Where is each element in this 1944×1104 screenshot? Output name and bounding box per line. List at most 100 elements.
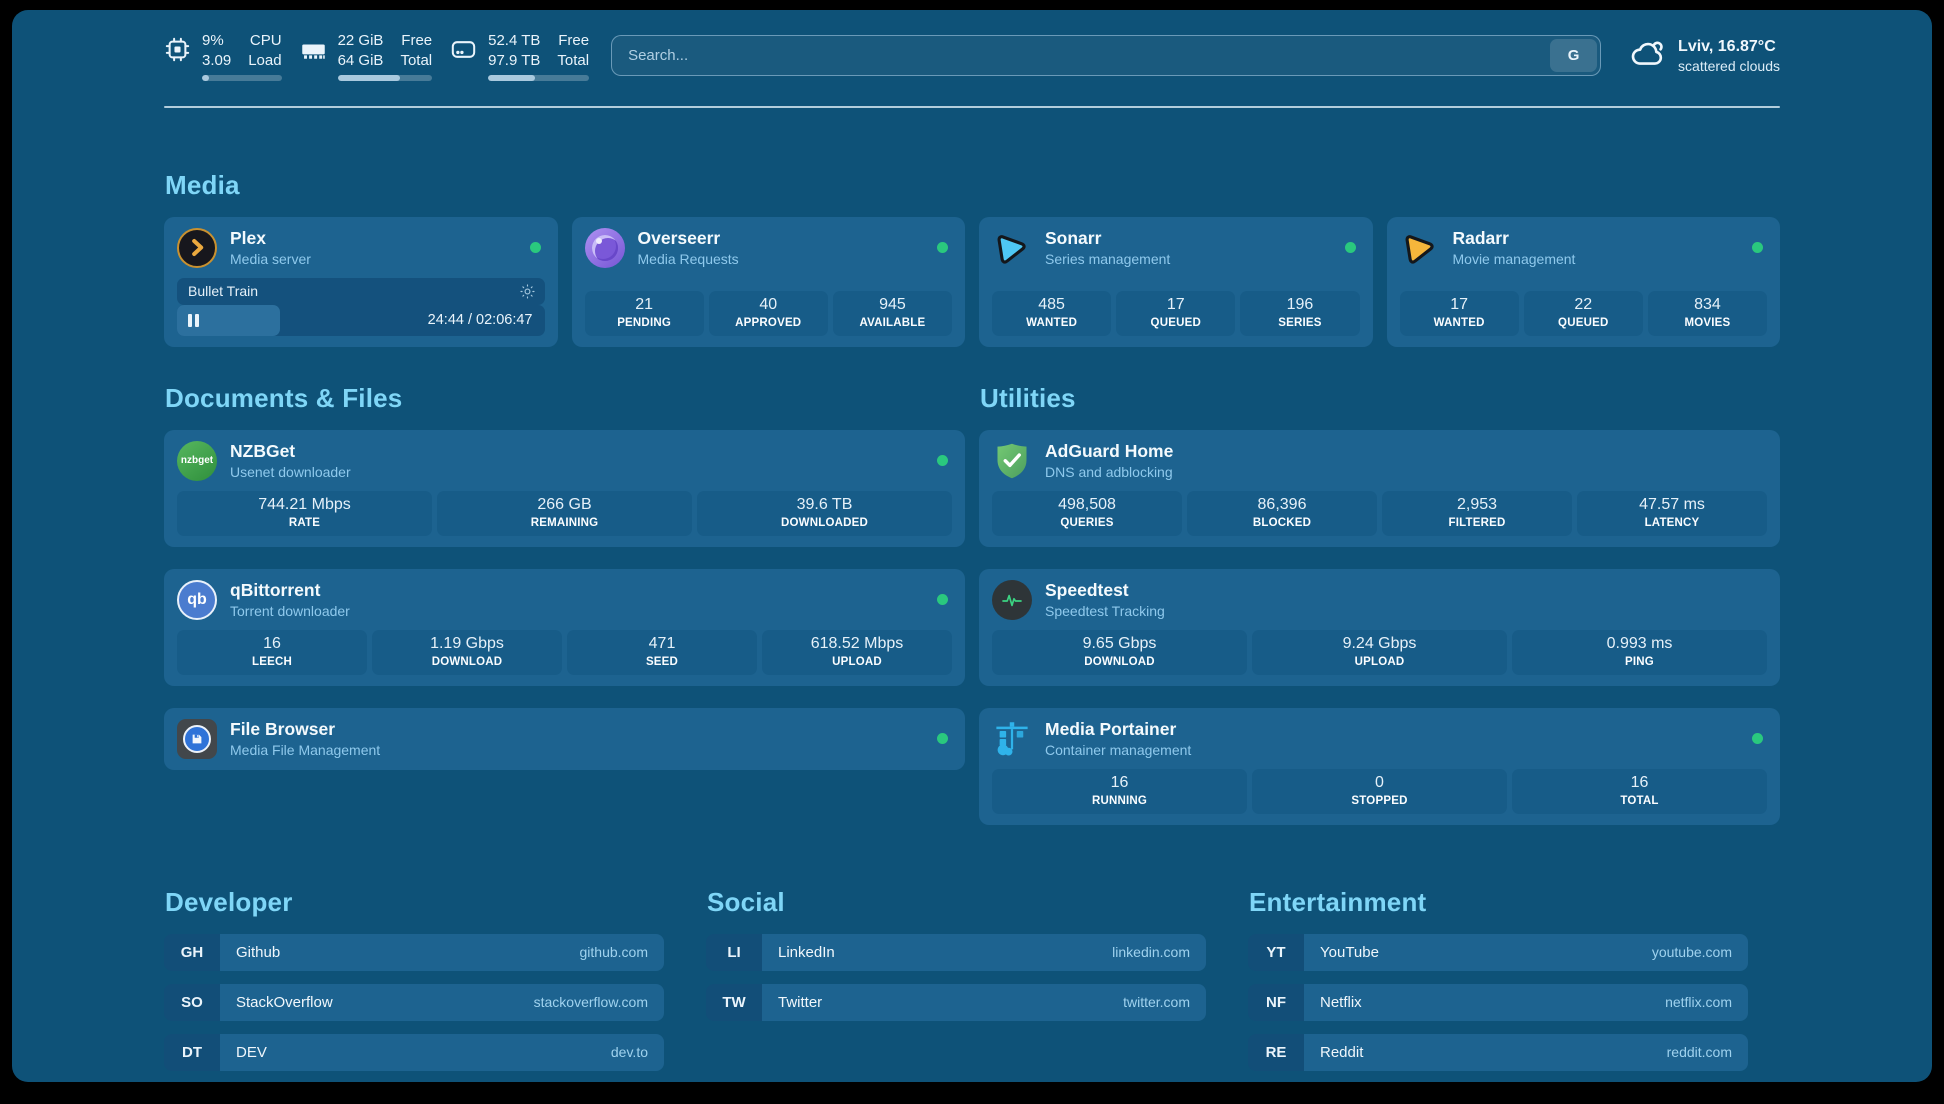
stat-label: PENDING bbox=[591, 317, 698, 329]
stat-value: 1.19 Gbps bbox=[378, 635, 556, 653]
service-description: Series management bbox=[1045, 251, 1170, 267]
stat-pending: 21 PENDING bbox=[585, 291, 704, 336]
service-name: Media Portainer bbox=[1045, 719, 1191, 740]
weather-condition: scattered clouds bbox=[1678, 58, 1780, 74]
service-description: Media File Management bbox=[230, 742, 380, 758]
service-card-overseerr[interactable]: OverseerrMedia Requests21PENDING40APPROV… bbox=[572, 217, 966, 347]
bookmark-twitter[interactable]: TWTwittertwitter.com bbox=[706, 984, 1206, 1021]
service-card-adguard-home[interactable]: AdGuard HomeDNS and adblocking498,508QUE… bbox=[979, 430, 1780, 547]
stat-running: 16RUNNING bbox=[992, 769, 1247, 814]
stat-seed: 471SEED bbox=[567, 630, 757, 675]
stat-label: SEED bbox=[573, 656, 751, 668]
stat-value: 47.57 ms bbox=[1583, 496, 1761, 514]
bookmark-domain: reddit.com bbox=[1667, 1044, 1732, 1060]
stat-upload: 9.24 GbpsUPLOAD bbox=[1252, 630, 1507, 675]
search-provider-button[interactable]: G bbox=[1550, 39, 1597, 72]
stat-movies: 834 MOVIES bbox=[1648, 291, 1767, 336]
ram-icon bbox=[300, 36, 327, 63]
service-card-qbittorrent[interactable]: qbqBittorrentTorrent downloader16LEECH1.… bbox=[164, 569, 965, 686]
resource-widgets: 9%3.09CPULoad22 GiB64 GiBFreeTotal52.4 T… bbox=[164, 31, 589, 81]
bookmark-stackoverflow[interactable]: SOStackOverflowstackoverflow.com bbox=[164, 984, 664, 1021]
bookmark-linkedin[interactable]: LILinkedInlinkedin.com bbox=[706, 934, 1206, 971]
bookmark-name: Reddit bbox=[1320, 1044, 1363, 1061]
status-dot-online bbox=[937, 594, 948, 605]
bookmark-group-entertainment: Entertainment YTYouTubeyoutube.comNFNetf… bbox=[1248, 887, 1748, 1071]
cpu-usage-bar bbox=[202, 75, 282, 81]
dashboard-content: 9%3.09CPULoad22 GiB64 GiBFreeTotal52.4 T… bbox=[164, 31, 1780, 1082]
bookmark-group-developer: Developer GHGithubgithub.comSOStackOverf… bbox=[164, 887, 664, 1071]
dashboard-screen: 9%3.09CPULoad22 GiB64 GiBFreeTotal52.4 T… bbox=[12, 10, 1932, 1082]
stat-label: BLOCKED bbox=[1193, 517, 1371, 529]
stat-value: 16 bbox=[183, 635, 361, 653]
bookmark-domain: github.com bbox=[580, 944, 648, 960]
social-bookmarks: LILinkedInlinkedin.com TWTwittertwitter.c… bbox=[706, 934, 1206, 1021]
stat-value: 40 bbox=[715, 296, 822, 314]
ram-values: 22 GiB64 GiB bbox=[338, 31, 384, 71]
now-playing-title: Bullet Train bbox=[188, 283, 258, 299]
search-input[interactable] bbox=[615, 47, 1550, 64]
utilities-cards: AdGuard HomeDNS and adblocking498,508QUE… bbox=[979, 430, 1780, 825]
bookmark-netflix[interactable]: NFNetflixnetflix.com bbox=[1248, 984, 1748, 1021]
stat-download: 1.19 GbpsDOWNLOAD bbox=[372, 630, 562, 675]
bookmark-abbr: RE bbox=[1248, 1034, 1304, 1071]
stat-label: PING bbox=[1518, 656, 1761, 668]
service-card-sonarr[interactable]: SonarrSeries management485WANTED17QUEUED… bbox=[979, 217, 1373, 347]
service-description: DNS and adblocking bbox=[1045, 464, 1173, 480]
stat-value: 834 bbox=[1654, 296, 1761, 314]
stat-latency: 47.57 msLATENCY bbox=[1577, 491, 1767, 536]
top-bar: 9%3.09CPULoad22 GiB64 GiBFreeTotal52.4 T… bbox=[164, 31, 1780, 81]
service-name: Plex bbox=[230, 228, 311, 249]
stat-value: 21 bbox=[591, 296, 698, 314]
stat-label: WANTED bbox=[1406, 317, 1513, 329]
status-dot-online bbox=[937, 455, 948, 466]
stat-value: 945 bbox=[839, 296, 946, 314]
service-name: NZBGet bbox=[230, 441, 351, 462]
resource-widget-disk: 52.4 TB97.9 TBFreeTotal bbox=[450, 31, 589, 81]
bookmark-reddit[interactable]: RE Reddit reddit.com bbox=[1248, 1034, 1748, 1071]
stat-label: DOWNLOAD bbox=[998, 656, 1241, 668]
stat-label: RATE bbox=[183, 517, 426, 529]
status-dot-online bbox=[937, 242, 948, 253]
stat-value: 196 bbox=[1246, 296, 1353, 314]
bookmark-abbr: DT bbox=[164, 1034, 220, 1071]
stat-label: MOVIES bbox=[1654, 317, 1761, 329]
stat-label: DOWNLOADED bbox=[703, 517, 946, 529]
filebrowser-icon bbox=[177, 719, 217, 759]
bookmark-abbr: LI bbox=[706, 934, 762, 971]
status-dot-online bbox=[1752, 242, 1763, 253]
pause-button[interactable] bbox=[177, 305, 280, 336]
stat-label: STOPPED bbox=[1258, 795, 1501, 807]
disk-values: 52.4 TB97.9 TB bbox=[488, 31, 540, 71]
bookmark-group-social: Social LILinkedInlinkedin.com TWTwittertw… bbox=[706, 887, 1206, 1071]
service-card-radarr[interactable]: RadarrMovie management17WANTED22QUEUED83… bbox=[1387, 217, 1781, 347]
stat-value: 498,508 bbox=[998, 496, 1176, 514]
service-card-file-browser[interactable]: File BrowserMedia File Management bbox=[164, 708, 965, 770]
section-title-social: Social bbox=[707, 887, 1206, 918]
search-bar: G bbox=[611, 35, 1601, 76]
gear-icon[interactable] bbox=[519, 283, 536, 300]
stat-label: TOTAL bbox=[1518, 795, 1761, 807]
bookmark-youtube[interactable]: YTYouTubeyoutube.com bbox=[1248, 934, 1748, 971]
bookmark-abbr: NF bbox=[1248, 984, 1304, 1021]
stat-queries: 498,508QUERIES bbox=[992, 491, 1182, 536]
service-card-media-portainer[interactable]: Media PortainerContainer management16RUN… bbox=[979, 708, 1780, 825]
service-card-plex[interactable]: PlexMedia serverBullet Train24:44 / 02:0… bbox=[164, 217, 558, 347]
stat-series: 196SERIES bbox=[1240, 291, 1359, 336]
cpu-icon bbox=[164, 36, 191, 63]
status-dot-online bbox=[1345, 242, 1356, 253]
service-stats: 485WANTED17QUEUED196SERIES bbox=[992, 281, 1360, 336]
stat-approved: 40APPROVED bbox=[709, 291, 828, 336]
bookmark-domain: stackoverflow.com bbox=[534, 994, 648, 1010]
bookmark-github[interactable]: GHGithubgithub.com bbox=[164, 934, 664, 971]
service-card-nzbget[interactable]: nzbgetNZBGetUsenet downloader744.21 Mbps… bbox=[164, 430, 965, 547]
stat-label: QUEUED bbox=[1530, 317, 1637, 329]
service-card-speedtest[interactable]: SpeedtestSpeedtest Tracking9.65 GbpsDOWN… bbox=[979, 569, 1780, 686]
stat-label: QUEUED bbox=[1122, 317, 1229, 329]
adguard-icon bbox=[992, 441, 1032, 481]
stat-blocked: 86,396BLOCKED bbox=[1187, 491, 1377, 536]
service-name: Radarr bbox=[1453, 228, 1576, 249]
overseerr-icon bbox=[585, 228, 625, 268]
stat-filtered: 2,953FILTERED bbox=[1382, 491, 1572, 536]
bookmark-dev[interactable]: DTDEVdev.to bbox=[164, 1034, 664, 1071]
service-stats: 16RUNNING0STOPPED16TOTAL bbox=[992, 769, 1767, 814]
